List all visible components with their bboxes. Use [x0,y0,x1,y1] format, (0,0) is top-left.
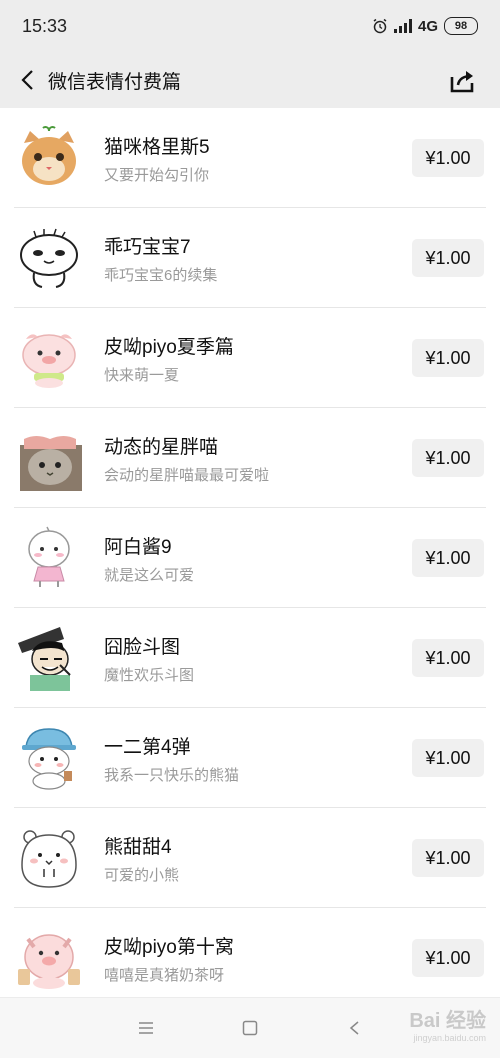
white-bear-sticker-icon [21,830,77,888]
bear-hat-sticker-icon [22,728,76,790]
price-button[interactable]: ¥1.00 [412,639,484,677]
item-title: 阿白酱9 [104,537,172,558]
network-type: 4G [417,17,438,35]
sticker-list: 猫咪格里斯5 又要开始勾引你 ¥1.00 乖巧宝宝7 乖巧宝宝6的续集 ¥1.0… [0,108,500,1008]
list-item[interactable]: 动态的星胖喵 会动的星胖喵最最可爱啦 ¥1.00 [0,408,500,508]
item-title: 一二第4弹 [104,737,191,758]
item-subtitle: 嘻嘻是真猪奶茶呀 [104,967,225,984]
share-button[interactable] [448,66,478,96]
signal-icon [393,19,412,33]
status-time: 15:33 [22,16,68,36]
price-button[interactable]: ¥1.00 [412,139,484,177]
price-button[interactable]: ¥1.00 [412,439,484,477]
list-item[interactable]: 猫咪格里斯5 又要开始勾引你 ¥1.00 [0,108,500,208]
price-button[interactable]: ¥1.00 [412,839,484,877]
system-nav-bar: Bai 经验 jingyan.baidu.com [0,997,500,1058]
list-item[interactable]: 熊甜甜4 可爱的小熊 ¥1.00 [0,808,500,908]
pink-pig-sticker-icon [22,334,76,388]
list-item[interactable]: 皮呦piyo夏季篇 快来萌一夏 ¥1.00 [0,308,500,408]
item-title: 熊甜甜4 [104,837,172,858]
item-subtitle: 就是这么可爱 [104,567,195,584]
watermark-url: jingyan.baidu.com [413,1033,486,1043]
share-icon [450,71,474,93]
item-title: 皮呦piyo第十窝 [104,937,234,958]
alarm-icon [373,18,387,34]
list-item[interactable]: 囧脸斗图 魔性欢乐斗图 ¥1.00 [0,608,500,708]
item-subtitle: 魔性欢乐斗图 [104,667,195,684]
price-button[interactable]: ¥1.00 [412,539,484,577]
baidu-watermark: Bai 经验 jingyan.baidu.com [409,1004,486,1043]
item-subtitle: 乖巧宝宝6的续集 [104,267,218,284]
menu-key[interactable] [134,1016,158,1040]
price-button[interactable]: ¥1.00 [412,739,484,777]
item-subtitle: 又要开始勾引你 [104,167,210,184]
list-item[interactable]: 阿白酱9 就是这么可爱 ¥1.00 [0,508,500,608]
status-bar: 15:33 4G 98 [0,0,500,52]
item-subtitle: 快来萌一夏 [104,367,180,384]
back-triangle-icon [349,1021,359,1035]
home-square-icon [242,1020,258,1036]
status-icons: 4G 98 [372,16,478,36]
menu-icon [139,1022,153,1034]
item-title: 猫咪格里斯5 [104,137,210,158]
white-kid-sticker-icon [28,526,70,587]
price-button[interactable]: ¥1.00 [412,339,484,377]
item-title: 乖巧宝宝7 [104,237,191,258]
item-title: 囧脸斗图 [104,637,181,658]
item-title: 动态的星胖喵 [104,437,219,458]
nav-bar: 微信表情付费篇 [0,52,500,108]
list-item[interactable]: 皮呦piyo第十窝 嘻嘻是真猪奶茶呀 ¥1.00 [0,908,500,1008]
chevron-left-icon [21,70,33,90]
item-subtitle: 会动的星胖喵最最可爱啦 [104,467,270,484]
meme-face-sticker-icon [18,627,71,691]
gray-cat-sticker-icon [20,436,82,491]
price-button[interactable]: ¥1.00 [412,939,484,977]
price-button[interactable]: ¥1.00 [412,239,484,277]
page-title: 微信表情付费篇 [48,72,182,93]
list-item[interactable]: 一二第4弹 我系一只快乐的熊猫 ¥1.00 [0,708,500,808]
item-subtitle: 我系一只快乐的熊猫 [104,767,240,784]
item-subtitle: 可爱的小熊 [104,867,180,884]
pig-milk-tea-sticker-icon [18,934,80,989]
white-doodle-sticker-icon [20,228,78,288]
watermark-brand: Bai 经验 [409,1010,486,1032]
battery-icon: 98 [444,17,478,35]
item-title: 皮呦piyo夏季篇 [104,337,234,358]
back-button[interactable] [14,66,42,94]
home-key[interactable] [238,1016,262,1040]
orange-cat-sticker-icon [22,126,76,185]
list-item[interactable]: 乖巧宝宝7 乖巧宝宝6的续集 ¥1.00 [0,208,500,308]
back-key[interactable] [342,1016,366,1040]
